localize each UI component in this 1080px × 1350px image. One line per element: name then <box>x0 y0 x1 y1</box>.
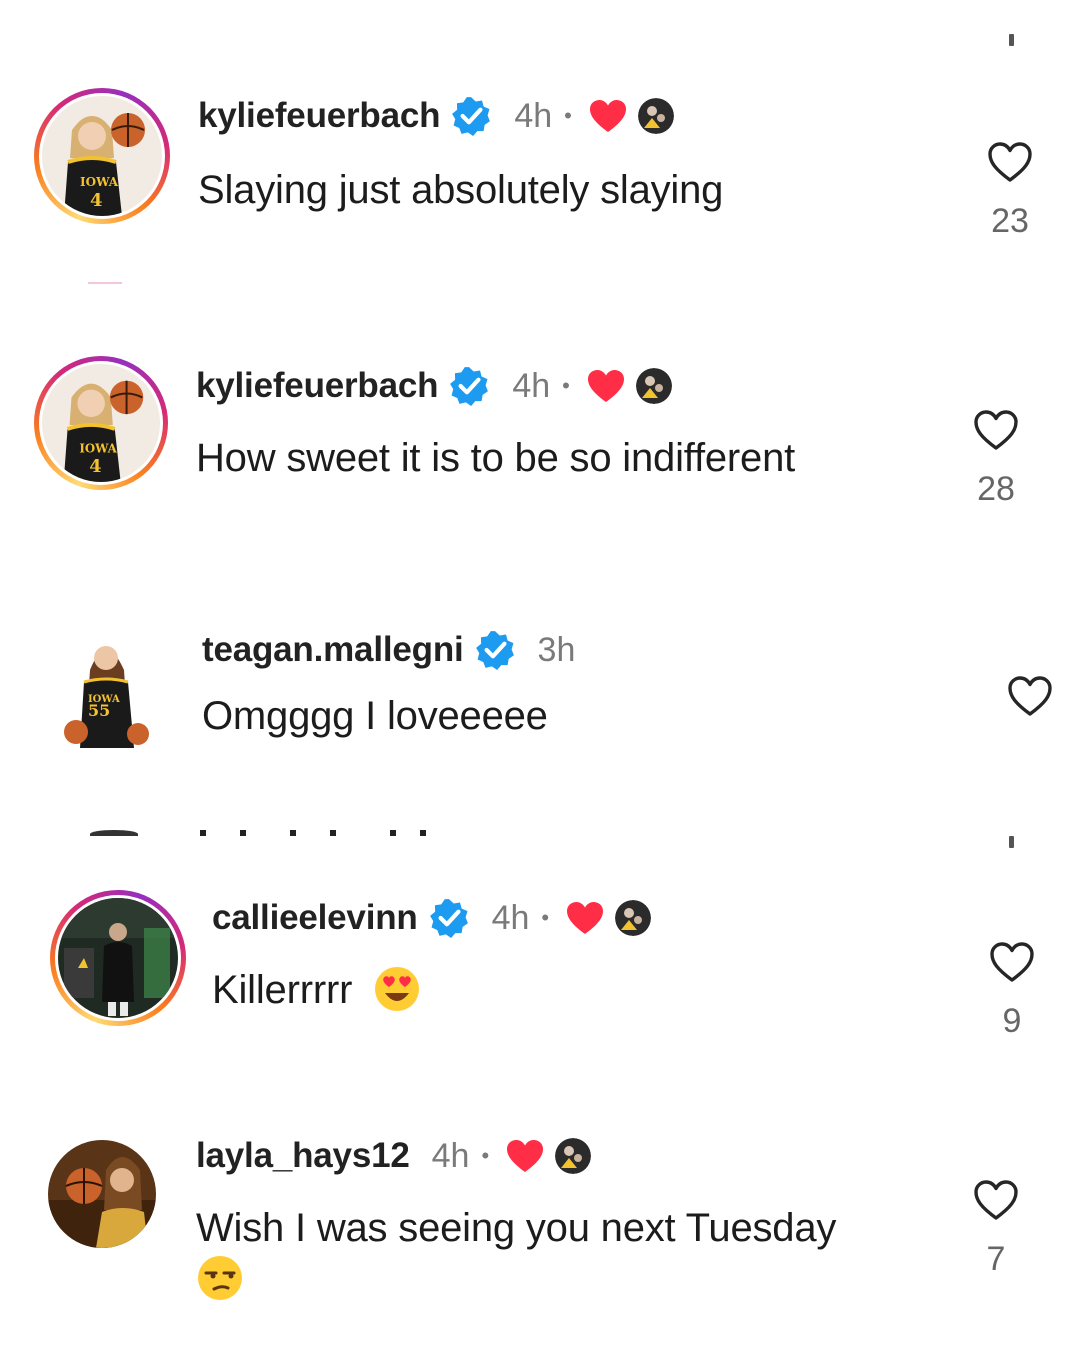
username-link[interactable]: layla_hays12 <box>196 1136 410 1176</box>
separator-dot: • <box>541 905 550 930</box>
verified-badge-icon <box>429 899 468 938</box>
comment-text: Omgggg I loveeeee <box>202 694 548 738</box>
author-mini-avatar <box>635 368 672 404</box>
author-mini-avatar <box>615 900 652 936</box>
like-count: 28 <box>977 470 1015 508</box>
red-heart-icon <box>587 370 624 402</box>
verified-badge-icon <box>452 97 491 136</box>
avatar-story-ring[interactable]: IOWA 4 <box>34 356 168 490</box>
comment-text: Wish I was seeing you next Tuesday <box>196 1206 837 1250</box>
avatar: IOWA 4 <box>42 96 162 216</box>
scroll-tick <box>1009 836 1014 848</box>
comment-time: 4h <box>512 366 551 405</box>
separator-dot: • <box>481 1143 490 1168</box>
like-column: 7 <box>956 1178 1036 1279</box>
svg-text:IOWA: IOWA <box>79 442 117 456</box>
username-link[interactable]: kyliefeuerbach <box>196 366 439 406</box>
heart-eyes-emoji <box>375 967 420 1012</box>
heart-outline-icon[interactable] <box>986 140 1034 184</box>
comment-time: 4h <box>431 1136 470 1175</box>
cropped-row-fragment <box>90 828 430 836</box>
comment-header: kyliefeuerbach 4h • <box>196 362 672 410</box>
cropped-divider <box>88 282 122 284</box>
username-link[interactable]: kyliefeuerbach <box>198 96 441 136</box>
comment-text: Killerrrrr <box>212 968 353 1012</box>
heart-outline-icon[interactable] <box>972 408 1020 452</box>
separator-dot: • <box>562 373 570 398</box>
scroll-tick <box>1009 34 1014 46</box>
separator-dot: • <box>564 103 572 128</box>
unamused-face-emoji <box>198 1256 242 1300</box>
avatar-story-ring[interactable] <box>50 890 186 1026</box>
red-heart-icon <box>589 100 626 132</box>
avatar: IOWA 4 <box>42 364 160 482</box>
avatar <box>48 1140 156 1248</box>
username-link[interactable]: teagan.mallegni <box>202 630 464 670</box>
red-heart-icon <box>567 902 604 934</box>
comment-header: layla_hays12 4h • <box>196 1132 592 1180</box>
like-column <box>990 674 1070 718</box>
like-column: 23 <box>970 140 1050 241</box>
comment-time: 4h <box>491 898 530 937</box>
avatar-story-ring[interactable]: IOWA 4 <box>34 88 170 224</box>
like-count: 9 <box>1002 1002 1022 1040</box>
comment-text: Slaying just absolutely slaying <box>198 168 724 212</box>
avatar-wrap[interactable] <box>48 1140 156 1248</box>
svg-text:IOWA: IOWA <box>80 175 119 189</box>
author-mini-avatar <box>637 98 674 134</box>
heart-outline-icon[interactable] <box>972 1178 1020 1222</box>
comment-header: teagan.mallegni 3h <box>202 626 575 674</box>
like-column: 28 <box>956 408 1036 509</box>
like-column: 9 <box>972 940 1052 1041</box>
svg-text:55: 55 <box>88 701 110 720</box>
heart-outline-icon[interactable] <box>988 940 1036 984</box>
avatar-wrap[interactable]: IOWA 55 <box>54 630 158 748</box>
author-mini-avatar <box>555 1138 592 1174</box>
svg-text:4: 4 <box>90 190 103 211</box>
comment-text: How sweet it is to be so indifferent <box>196 436 796 480</box>
red-heart-icon <box>507 1140 544 1172</box>
comment-header: callieelevinn 4h • <box>212 894 652 942</box>
username-link[interactable]: callieelevinn <box>212 898 418 938</box>
avatar: IOWA 55 <box>54 630 158 748</box>
verified-badge-icon <box>475 631 514 670</box>
comment-text-row: Killerrrrr <box>212 967 421 1013</box>
verified-badge-icon <box>450 367 489 406</box>
svg-text:4: 4 <box>89 456 101 477</box>
comment-header: kyliefeuerbach 4h • <box>198 92 674 140</box>
avatar <box>58 898 178 1018</box>
comment-time: 3h <box>537 630 576 669</box>
like-count: 23 <box>991 202 1029 240</box>
like-count: 7 <box>986 1240 1006 1278</box>
comment-time: 4h <box>514 96 553 135</box>
heart-outline-icon[interactable] <box>1006 674 1054 718</box>
